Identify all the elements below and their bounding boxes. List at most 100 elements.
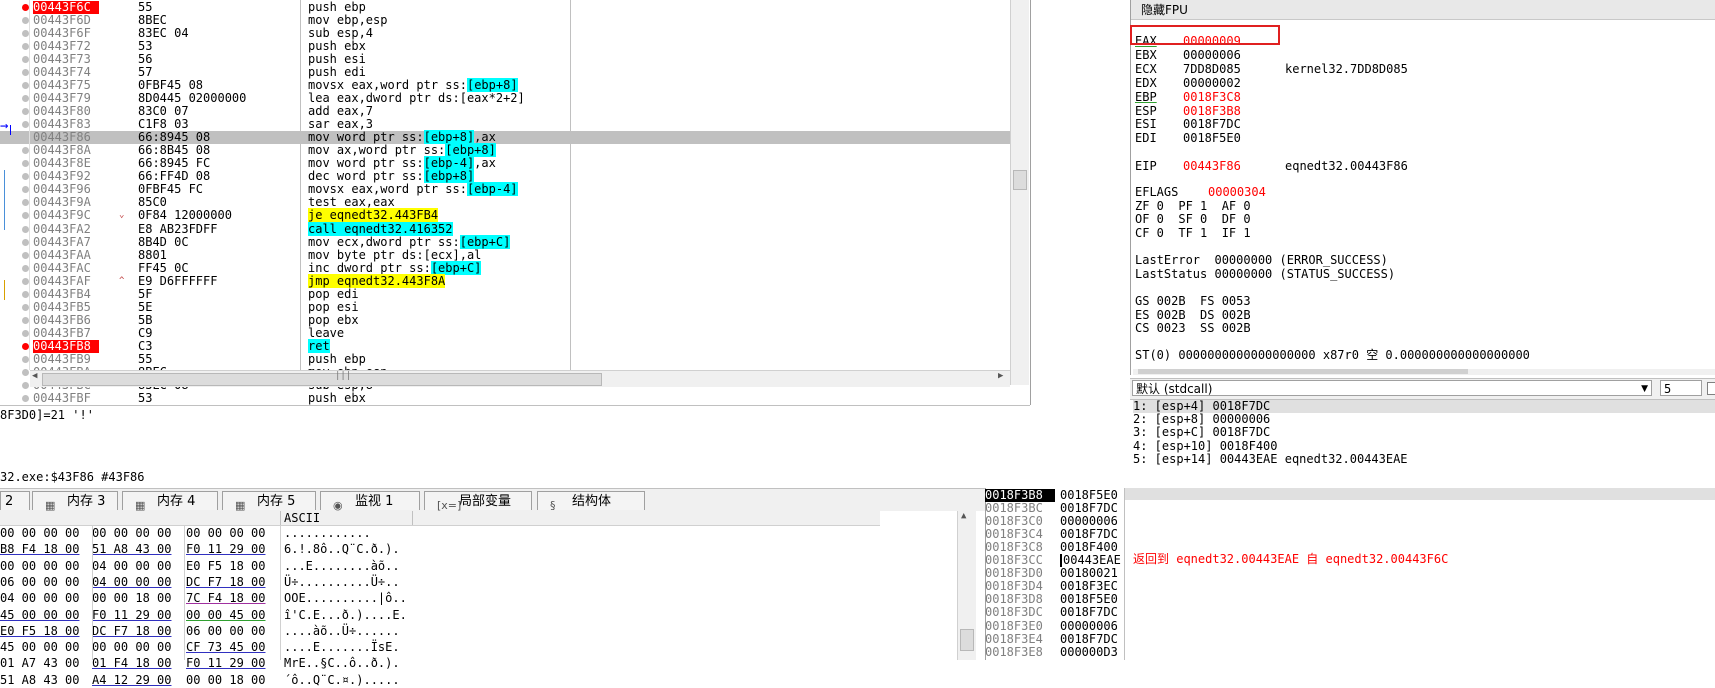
stack-value[interactable]: 000000D3 — [1060, 645, 1118, 659]
stack-address[interactable]: 0018F3D4 — [985, 580, 1055, 593]
gutter-dot-icon[interactable] — [22, 303, 29, 311]
gutter-dot-icon[interactable] — [22, 69, 29, 77]
dump-hex[interactable]: DC F7 18 00 — [92, 623, 171, 639]
register-value[interactable]: 7DD8D085 — [1183, 62, 1241, 76]
stack-value[interactable]: 0018F7DC — [1060, 502, 1118, 515]
gutter-dot-icon[interactable] — [22, 368, 29, 376]
stack-address[interactable]: 0018F3BC — [985, 502, 1055, 515]
disasm-row[interactable]: 00443FB6 5B pop ebx — [0, 313, 1010, 327]
dump-hex[interactable]: 01 A7 43 00 — [0, 655, 79, 671]
stack-value[interactable]: 0018F7DC — [1060, 632, 1118, 646]
gutter-dot-icon[interactable] — [22, 82, 29, 90]
gutter-dot-icon[interactable] — [22, 134, 29, 142]
hide-fpu-toggle[interactable]: 隐藏FPU — [1131, 0, 1715, 20]
dump-ascii[interactable]: Ü÷..........Ü÷.. — [284, 574, 400, 590]
dump-hex[interactable]: 45 00 00 00 — [0, 607, 79, 623]
tab-监视-1[interactable]: ◉ 监视 1 — [320, 491, 420, 512]
gutter-dot-icon[interactable] — [22, 355, 29, 363]
disasm-vscrollbar[interactable] — [1010, 0, 1029, 385]
stack-address[interactable]: 0018F3C8 — [985, 541, 1055, 554]
disassembly-view[interactable]: 00443F6C 55 push ebp 00443F6D 8BEC mov ebp,es… — [0, 0, 1031, 405]
dump-hex[interactable]: DC F7 18 00 — [186, 574, 265, 590]
regs-hscrollbar[interactable] — [1133, 369, 1715, 375]
dump-hex[interactable]: A4 12 29 00 — [92, 672, 171, 688]
disasm-row[interactable]: 00443FAF ^ E9 D6FFFFFF jmp eqnedt32.443F8A — [0, 273, 1010, 288]
stack-address[interactable]: 0018F3E0 — [985, 619, 1055, 633]
dump-vscroll-thumb[interactable] — [960, 629, 974, 651]
arg-row[interactable]: 3: [esp+C] 0018F7DC — [1133, 426, 1715, 439]
dump-hex[interactable]: F0 11 29 00 — [92, 607, 171, 623]
gutter-dot-icon[interactable] — [22, 212, 29, 220]
gutter-dot-icon[interactable] — [22, 43, 29, 51]
gutter-dot-icon[interactable] — [22, 225, 29, 233]
regs-hscroll-thumb[interactable] — [1138, 369, 1468, 374]
stack-value[interactable]: 0018F7DC — [1060, 606, 1118, 619]
flags-row[interactable]: CF 0 TF 1 IF 1 — [1135, 226, 1251, 240]
gutter-dot-icon[interactable] — [22, 95, 29, 103]
register-value[interactable]: 00000002 — [1183, 76, 1241, 90]
gutter-dot-icon[interactable] — [22, 186, 29, 194]
dump-hex[interactable]: 06 00 00 00 — [0, 574, 79, 590]
stack-value[interactable]: 00443EAE — [1060, 554, 1121, 567]
dump-hex[interactable]: 51 A8 43 00 — [92, 541, 171, 557]
dump-ascii[interactable]: ´ô..Q¨C.¤.)..... — [284, 672, 400, 688]
disasm-row[interactable]: 00443FB7 C9 leave — [0, 326, 1010, 340]
stack-address[interactable]: 0018F3D8 — [985, 593, 1055, 606]
memory-dump[interactable]: ASCII 00 00 00 00 00 00 00 00 00 00 00 00.… — [0, 511, 985, 687]
dump-ascii[interactable]: ....E.......ÏsE. — [284, 639, 400, 655]
eip-value[interactable]: 00443F86 — [1183, 159, 1241, 173]
stack-address[interactable]: 0018F3C0 — [985, 515, 1055, 528]
hscroll-thumb[interactable] — [42, 373, 602, 386]
disasm-row[interactable]: 00443FB9 55 push ebp — [0, 352, 1010, 366]
tab-内存-5[interactable]: ▦ 内存 5 — [222, 491, 316, 512]
dump-hex[interactable]: 04 00 00 00 — [92, 558, 171, 574]
disasm-row[interactable]: 00443FB5 5E pop esi — [0, 300, 1010, 314]
disasm-row[interactable]: 00443FA2 E8 AB23FDFF call eqnedt32.416352 — [0, 221, 1010, 236]
stack-address[interactable]: 0018F3DC — [985, 606, 1055, 619]
gutter-dot-icon[interactable] — [22, 30, 29, 38]
dump-hex[interactable]: F0 11 29 00 — [186, 541, 265, 557]
disasm-row[interactable]: 00443FAC FF45 0C inc dword ptr ss:[ebp+C] — [0, 260, 1010, 275]
dump-hex[interactable]: E0 F5 18 00 — [186, 558, 265, 574]
tab-memory-2[interactable]: 2 — [0, 491, 30, 510]
arg-row[interactable]: 5: [esp+14] 00443EAE eqnedt32.00443EAE — [1133, 452, 1715, 466]
dump-hex[interactable]: CF 73 45 00 — [186, 639, 265, 655]
gutter-dot-icon[interactable] — [22, 56, 29, 64]
gutter-dot-icon[interactable] — [22, 121, 29, 129]
disasm-row[interactable]: 00443F9C ⌄ 0F84 12000000 je eqnedt32.443FB4 — [0, 208, 1010, 223]
flags-row[interactable]: ZF 0 PF 1 AF 0 — [1135, 199, 1251, 213]
stack-value[interactable]: 0018F7DC — [1060, 528, 1118, 541]
dump-hex[interactable]: 00 00 00 00 — [0, 525, 79, 541]
dump-hex[interactable]: 00 00 18 00 — [92, 590, 171, 606]
stack-value[interactable]: 0018F5E0 — [1060, 593, 1118, 606]
scroll-left-icon[interactable]: ◀ — [32, 371, 37, 381]
stack-address[interactable]: 0018F3E4 — [985, 632, 1055, 646]
dump-ascii[interactable]: ............ — [284, 525, 371, 541]
tab-局部变量[interactable]: [x=] 局部变量 — [424, 491, 532, 512]
gutter-dot-icon[interactable] — [22, 329, 29, 337]
stack-value[interactable]: 0018F400 — [1060, 541, 1118, 554]
dump-ascii[interactable]: 6.!.8ô..Q¨C.ð.). — [284, 541, 400, 557]
gutter-dot-icon[interactable] — [22, 147, 29, 155]
tab-内存-4[interactable]: ▦ 内存 4 — [122, 491, 218, 512]
dump-ascii[interactable]: ....àõ..Ü÷...... — [284, 623, 400, 639]
tab-内存-3[interactable]: ▦ 内存 3 — [32, 491, 118, 512]
stack-value[interactable]: 0018F5E0 — [1060, 489, 1118, 502]
tab-结构体[interactable]: § 结构体 — [537, 491, 645, 512]
disasm-row[interactable]: 00443FB4 5F pop edi — [0, 287, 1010, 301]
dump-vscrollbar[interactable]: ▲ — [957, 511, 976, 660]
dump-hex[interactable]: 04 00 00 00 — [0, 590, 79, 606]
gutter-dot-icon[interactable] — [22, 316, 29, 324]
unlock-checkbox[interactable] — [1707, 382, 1715, 395]
gutter-dot-icon[interactable] — [22, 160, 29, 168]
stack-address[interactable]: 0018F3CC — [985, 554, 1055, 567]
arg-row[interactable]: 4: [esp+10] 0018F400 — [1133, 439, 1715, 453]
dump-hex[interactable]: 01 F4 18 00 — [92, 655, 171, 671]
gutter-dot-icon[interactable] — [22, 394, 29, 402]
scroll-right-icon[interactable]: ▶ — [998, 371, 1003, 381]
gutter-dot-icon[interactable] — [22, 108, 29, 116]
dump-ascii[interactable]: MrE..§C..ô..ð.). — [284, 655, 400, 671]
disasm-hscrollbar[interactable]: ◀ ▶ ||| — [30, 370, 1010, 387]
gutter-dot-icon[interactable] — [22, 199, 29, 207]
dump-hex[interactable]: B8 F4 18 00 — [0, 541, 79, 557]
